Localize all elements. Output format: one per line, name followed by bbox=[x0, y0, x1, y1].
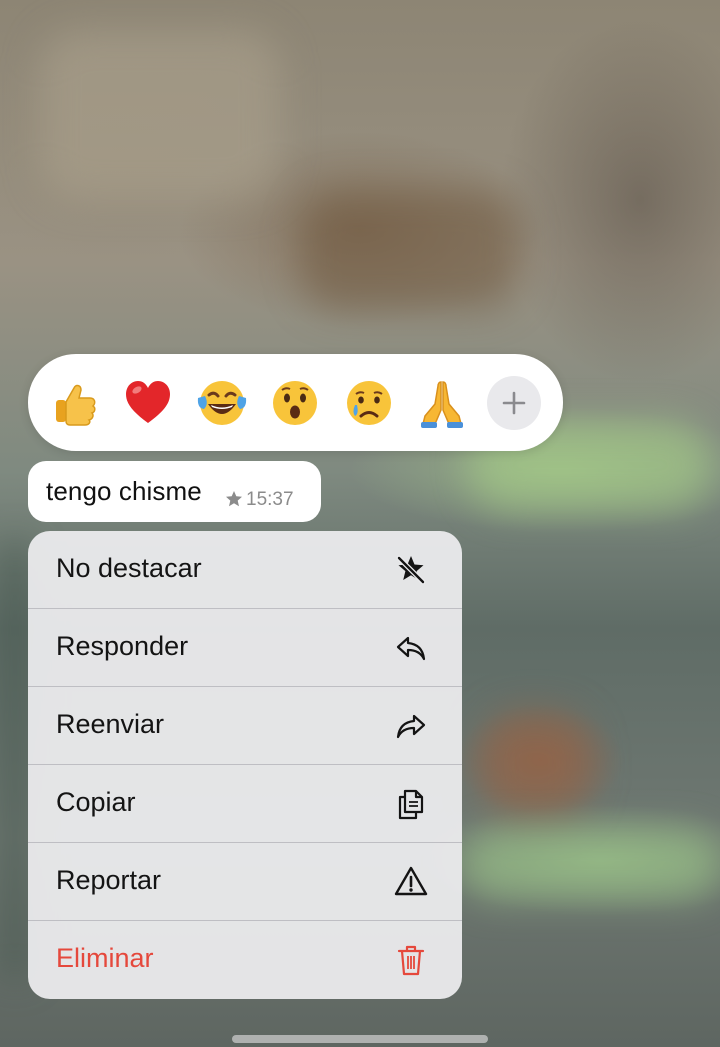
menu-item-delete[interactable]: Eliminar bbox=[28, 921, 462, 999]
crying-emoji[interactable] bbox=[342, 376, 396, 430]
home-indicator[interactable] bbox=[232, 1035, 488, 1043]
trash-icon bbox=[392, 941, 430, 979]
reply-icon bbox=[392, 629, 430, 667]
red-heart-emoji[interactable] bbox=[121, 376, 175, 430]
menu-item-label: Reenviar bbox=[56, 709, 165, 739]
menu-item-label: Reportar bbox=[56, 865, 162, 895]
message-context-menu: No destacar Responder Reenviar Copiar Re… bbox=[28, 531, 462, 999]
copy-icon bbox=[392, 785, 430, 823]
message-text: tengo chisme bbox=[46, 476, 202, 506]
menu-item-label: Responder bbox=[56, 631, 189, 661]
menu-item-copy[interactable]: Copiar bbox=[28, 765, 462, 843]
menu-item-label: No destacar bbox=[56, 553, 202, 583]
add-reaction-button[interactable] bbox=[487, 376, 541, 430]
menu-item-label: Eliminar bbox=[56, 943, 154, 973]
thumbs-up-emoji[interactable] bbox=[48, 376, 102, 430]
menu-item-forward[interactable]: Reenviar bbox=[28, 687, 462, 765]
menu-item-unstar[interactable]: No destacar bbox=[28, 531, 462, 609]
reaction-bar bbox=[28, 354, 563, 451]
star-icon bbox=[226, 491, 242, 507]
message-bubble[interactable]: tengo chisme 15:37 bbox=[28, 461, 321, 522]
warning-icon bbox=[392, 863, 430, 901]
unstar-icon bbox=[392, 551, 430, 589]
plus-icon bbox=[502, 391, 526, 415]
menu-item-label: Copiar bbox=[56, 787, 136, 817]
forward-icon bbox=[392, 707, 430, 745]
tears-of-joy-emoji[interactable] bbox=[195, 376, 249, 430]
menu-item-reply[interactable]: Responder bbox=[28, 609, 462, 687]
surprised-emoji[interactable] bbox=[268, 376, 322, 430]
folded-hands-emoji[interactable] bbox=[415, 376, 469, 430]
menu-item-report[interactable]: Reportar bbox=[28, 843, 462, 921]
message-timestamp: 15:37 bbox=[246, 489, 294, 510]
